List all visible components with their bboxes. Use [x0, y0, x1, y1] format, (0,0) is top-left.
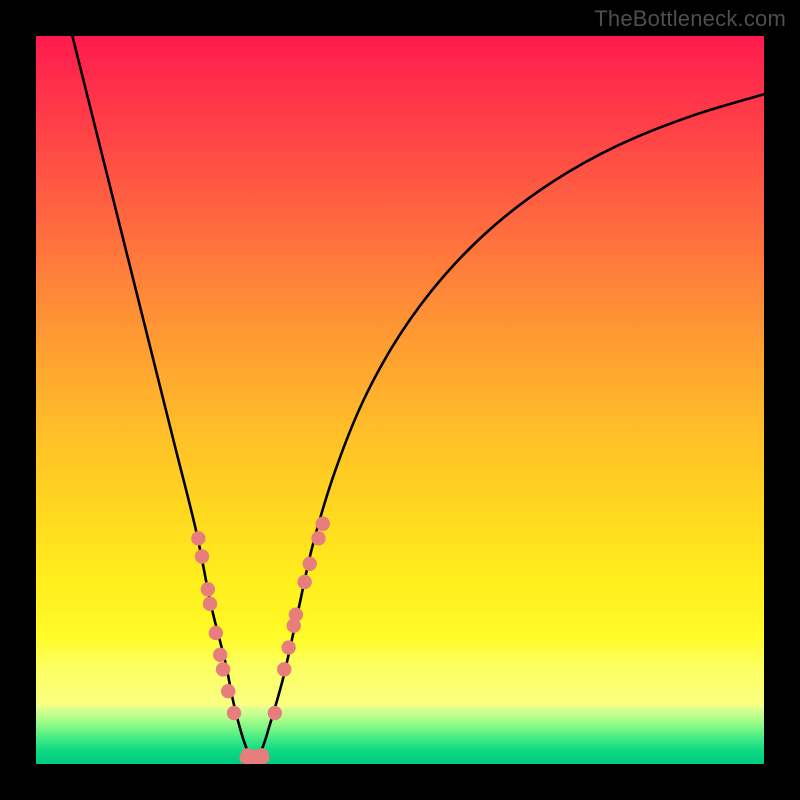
- watermark-text: TheBottleneck.com: [594, 6, 786, 32]
- marker-dot: [268, 706, 282, 720]
- marker-dot: [201, 582, 215, 596]
- marker-dot: [191, 531, 205, 545]
- marker-dot: [203, 597, 217, 611]
- chart-frame: TheBottleneck.com: [0, 0, 800, 800]
- marker-dot: [297, 575, 311, 589]
- marker-dot: [195, 549, 209, 563]
- marker-dot: [254, 748, 268, 762]
- marker-dot: [213, 648, 227, 662]
- marker-dot: [221, 684, 235, 698]
- marker-dot: [227, 706, 241, 720]
- marker-dots-group: [191, 517, 330, 764]
- marker-dot: [289, 608, 303, 622]
- curve-svg: [36, 36, 764, 764]
- marker-dot: [209, 626, 223, 640]
- marker-dot: [277, 662, 291, 676]
- marker-dot: [316, 517, 330, 531]
- marker-dot: [303, 557, 317, 571]
- bottleneck-curve: [72, 36, 764, 757]
- marker-dot: [281, 640, 295, 654]
- marker-dot: [216, 662, 230, 676]
- marker-dot: [311, 531, 325, 545]
- plot-area: [36, 36, 764, 764]
